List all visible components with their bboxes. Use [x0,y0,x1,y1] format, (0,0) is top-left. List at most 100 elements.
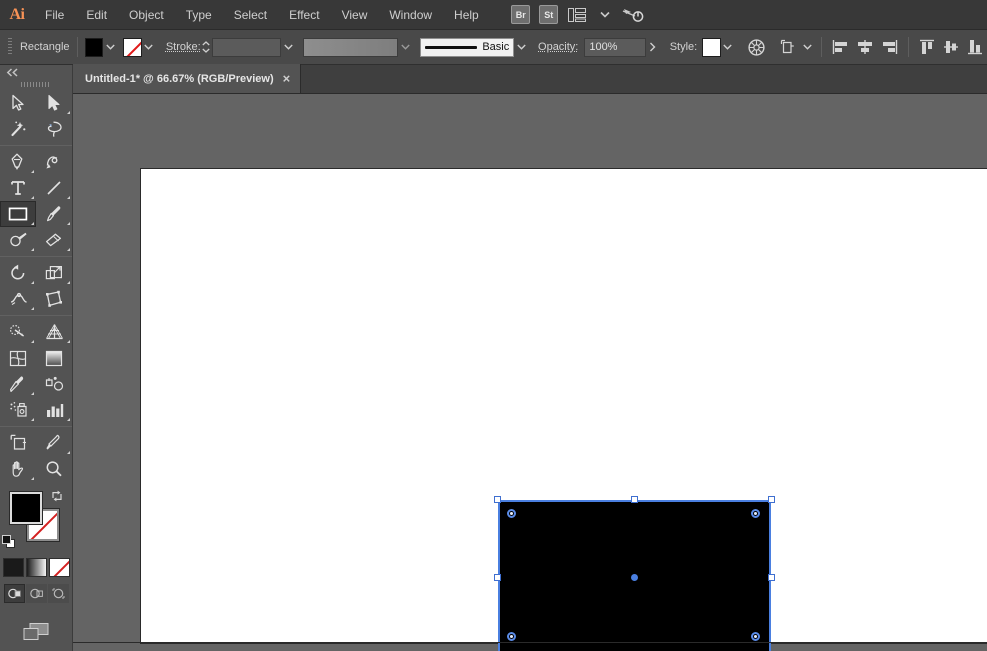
opacity-label[interactable]: Opacity: [538,41,578,53]
perspective-grid-tool[interactable] [36,319,72,345]
selected-rectangle-object[interactable] [494,496,775,651]
fill-color-swatch[interactable] [84,37,104,57]
live-corner-widget-bottom-left[interactable] [507,632,516,641]
search-adobe-stock-icon[interactable] [620,4,646,26]
zoom-tool[interactable] [36,456,72,482]
stroke-weight-chevron-down-icon[interactable] [281,38,295,57]
pen-tool[interactable] [0,149,36,175]
live-corner-widget-bottom-right[interactable] [751,632,760,641]
bbox-handle-top-right[interactable] [768,496,775,503]
shaper-tool[interactable] [0,227,36,253]
blend-tool[interactable] [36,371,72,397]
transform-chevron-down-icon[interactable] [800,38,814,57]
none-mode-button[interactable] [48,558,70,577]
menu-item-file[interactable]: File [34,0,75,30]
default-fill-stroke-icon[interactable] [2,535,16,549]
stroke-weight-input[interactable] [211,37,282,57]
curvature-tool[interactable] [36,149,72,175]
document-tab[interactable]: Untitled-1* @ 66.67% (RGB/Preview) × [73,64,302,93]
eraser-tool[interactable] [36,227,72,253]
scale-tool[interactable] [36,260,72,286]
collapse-panel-icon[interactable] [0,65,72,79]
brush-definition-select[interactable]: Basic [419,37,515,57]
align-right-icon[interactable] [877,36,901,58]
direct-selection-tool[interactable] [36,90,72,116]
recolor-artwork-icon[interactable] [745,36,769,58]
eyedropper-tool[interactable] [0,371,36,397]
canvas-area[interactable] [73,94,987,651]
align-horizontal-center-icon[interactable] [853,36,877,58]
style-chevron-down-icon[interactable] [721,38,735,57]
shape-builder-tool[interactable] [0,319,36,345]
mesh-tool[interactable] [0,345,36,371]
color-mode-button[interactable] [2,558,24,577]
menu-item-window[interactable]: Window [378,0,443,30]
menu-item-select[interactable]: Select [223,0,278,30]
lasso-tool[interactable] [36,116,72,142]
magic-wand-tool[interactable] [0,116,36,142]
width-profile-chevron-down-icon[interactable] [398,38,412,57]
brush-chevron-down-icon[interactable] [514,38,528,57]
hand-tool[interactable] [0,456,36,482]
menu-item-help[interactable]: Help [443,0,490,30]
transform-icon[interactable] [777,36,801,58]
rectangle-tool[interactable] [0,201,36,227]
control-bar-grip[interactable] [8,38,12,56]
artboard-tool[interactable] [0,430,36,456]
tool-flyout-indicator [67,451,70,454]
menu-item-effect[interactable]: Effect [278,0,330,30]
slice-tool[interactable] [36,430,72,456]
stroke-color-chevron-down-icon[interactable] [142,38,156,57]
width-tool[interactable] [0,286,36,312]
tool-grid [0,90,72,482]
tools-panel-grip[interactable] [0,79,72,90]
stroke-color-swatch[interactable] [123,37,143,57]
tool-flyout-indicator [31,196,34,199]
illustrator-window: Ai File Edit Object Type Select Effect V… [0,0,987,651]
bbox-handle-top-left[interactable] [494,496,501,503]
paintbrush-tool[interactable] [36,201,72,227]
change-screen-mode-icon[interactable] [0,621,72,643]
selection-tool[interactable] [0,90,36,116]
align-vertical-center-icon[interactable] [939,36,963,58]
workspace-chevron-icon[interactable] [592,4,618,26]
menu-item-edit[interactable]: Edit [75,0,118,30]
opacity-input[interactable]: 100% [584,37,646,57]
workspace-switcher-icon[interactable] [564,4,590,26]
bbox-handle-top-center[interactable] [631,496,638,503]
artboard[interactable] [140,168,987,651]
bbox-handle-middle-left[interactable] [494,574,501,581]
close-icon[interactable]: × [283,72,291,85]
rotate-tool[interactable] [0,260,36,286]
bbox-handle-middle-right[interactable] [768,574,775,581]
bridge-button[interactable]: Br [508,4,534,26]
gradient-tool[interactable] [36,345,72,371]
variable-width-profile-select[interactable] [302,37,399,57]
stock-button[interactable]: St [536,4,562,26]
align-left-icon[interactable] [829,36,853,58]
object-center-point [631,573,638,581]
draw-behind-button[interactable] [25,584,47,603]
gradient-mode-button[interactable] [25,558,47,577]
fill-chevron-down-icon[interactable] [103,38,117,57]
symbol-sprayer-tool[interactable] [0,397,36,423]
stroke-weight-stepper[interactable] [201,38,212,57]
menu-item-object[interactable]: Object [118,0,175,30]
toolbar-fill-swatch[interactable] [10,492,42,524]
live-corner-widget-top-left[interactable] [507,509,516,518]
type-tool[interactable] [0,175,36,201]
opacity-flyout-icon[interactable] [646,38,660,57]
graphic-style-swatch[interactable] [702,37,722,57]
align-bottom-icon[interactable] [963,36,987,58]
swap-fill-stroke-icon[interactable] [50,489,64,503]
menu-item-type[interactable]: Type [175,0,223,30]
column-graph-tool[interactable] [36,397,72,423]
free-transform-tool[interactable] [36,286,72,312]
line-segment-tool[interactable] [36,175,72,201]
draw-inside-button[interactable] [47,584,69,603]
align-top-icon[interactable] [916,36,940,58]
stroke-weight-label[interactable]: Stroke: [166,41,201,53]
live-corner-widget-top-right[interactable] [751,509,760,518]
draw-normal-button[interactable] [3,584,25,603]
menu-item-view[interactable]: View [331,0,379,30]
